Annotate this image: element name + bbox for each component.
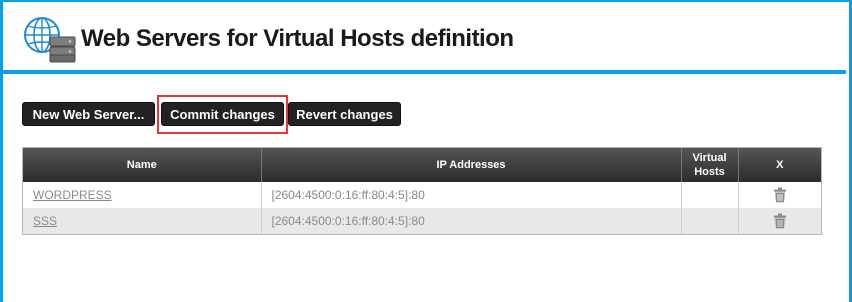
server-name-link[interactable]: WORDPRESS xyxy=(33,188,112,202)
column-header-virtual-line2: Hosts xyxy=(694,166,725,178)
column-header-delete: X xyxy=(738,148,821,182)
table-header-row: Name IP Addresses Virtual Hosts X xyxy=(23,148,821,182)
server-name-cell: WORDPRESS xyxy=(23,182,262,208)
delete-cell xyxy=(738,182,821,208)
column-header-ip-addresses[interactable]: IP Addresses xyxy=(261,148,682,182)
page-header: Web Servers for Virtual Hosts definition xyxy=(0,0,846,74)
server-name-link[interactable]: SSS xyxy=(33,214,57,228)
column-header-virtual-hosts[interactable]: Virtual Hosts xyxy=(681,148,739,182)
trash-icon[interactable] xyxy=(773,187,787,203)
table-row: WORDPRESS [2604:4500:0:16:ff:80:4:5]:80 xyxy=(23,182,821,208)
trash-icon[interactable] xyxy=(773,213,787,229)
delete-cell xyxy=(738,208,821,234)
ip-address-cell: [2604:4500:0:16:ff:80:4:5]:80 xyxy=(261,182,682,208)
commit-highlight-box xyxy=(157,95,288,134)
column-header-name[interactable]: Name xyxy=(23,148,262,182)
table-row: SSS [2604:4500:0:16:ff:80:4:5]:80 xyxy=(23,208,821,234)
column-header-virtual-line1: Virtual xyxy=(692,152,727,164)
virtual-hosts-cell xyxy=(681,182,739,208)
page-title: Web Servers for Virtual Hosts definition xyxy=(81,25,514,52)
new-web-server-button[interactable]: New Web Server... xyxy=(22,102,155,126)
ip-address-cell: [2604:4500:0:16:ff:80:4:5]:80 xyxy=(261,208,682,234)
virtual-hosts-cell xyxy=(681,208,739,234)
web-servers-table: Name IP Addresses Virtual Hosts X WORDPR… xyxy=(22,147,822,235)
revert-changes-button[interactable]: Revert changes xyxy=(288,102,401,126)
server-name-cell: SSS xyxy=(23,208,262,234)
web-server-globe-icon xyxy=(24,17,76,63)
